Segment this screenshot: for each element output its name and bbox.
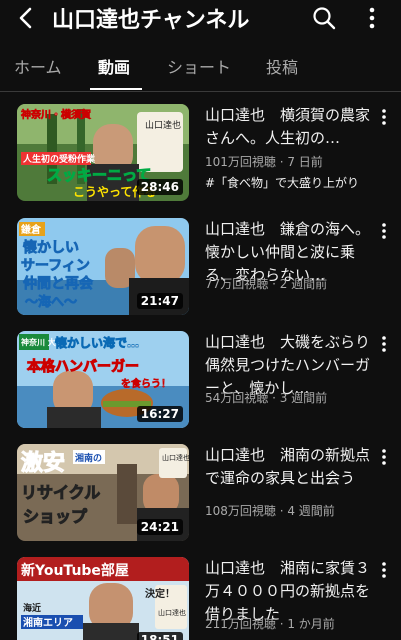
thumb-text: リサイクル (21, 483, 100, 502)
thumb-text: 山口達也 (158, 608, 186, 617)
video-title[interactable]: 山口達也 横須賀の農家さんへ。人生初の… (205, 104, 375, 150)
video-meta: 108万回視聴 · 4 週間前 (205, 504, 335, 518)
thumb-text: 決定！ (145, 587, 175, 600)
channel-title: 山口達也チャンネル (52, 8, 250, 33)
more-vert-icon[interactable] (358, 4, 386, 32)
channel-tabs: ホーム 動画 ショート 投稿 (0, 44, 401, 92)
video-item[interactable]: 激安 湘南の リサイクル ショップ 山口達也 24:21 山口達也 湘南の新拠点… (0, 444, 401, 548)
thumb-text: 山口達也 (162, 453, 189, 462)
video-meta: 54万回視聴 · 3 週間前 (205, 391, 328, 405)
video-item[interactable]: 神奈川 大磯 懐かしい海で… 本格ハンバーガー を食らう！ 16:27 山口達也… (0, 331, 401, 435)
thumb-text: 仲間と再会 (23, 275, 94, 292)
thumb-text: 山口達也 (145, 119, 181, 131)
tab-home[interactable]: ホーム (14, 54, 62, 78)
video-meta: 211万回視聴 · 1 か月前 (205, 617, 335, 631)
thumb-text: 鎌倉 (20, 223, 42, 236)
video-meta: 101万回視聴 · 7 日前 (205, 155, 323, 169)
thumb-text: 神奈川・横須賀 (21, 108, 91, 121)
thumb-text: 湘南の (75, 452, 102, 464)
more-vert-icon[interactable] (376, 333, 392, 355)
video-item[interactable]: 鎌倉 懐かしい サーフィン 仲間と再会 ～海へ～ 21:47 山口達也 鎌倉の海… (0, 218, 401, 322)
more-vert-icon[interactable] (376, 446, 392, 468)
thumb-text: スッキーニって (47, 166, 151, 184)
thumb-text: 海近 (23, 602, 41, 614)
thumb-text: 本格ハンバーガー (27, 358, 139, 375)
video-duration: 21:47 (136, 293, 183, 309)
active-tab-indicator (90, 88, 142, 90)
video-duration: 18:51 (136, 632, 183, 640)
more-vert-icon[interactable] (376, 106, 392, 128)
search-icon[interactable] (310, 4, 338, 32)
thumb-text: 湘南エリア (23, 616, 73, 629)
thumb-text: ショップ (23, 507, 88, 526)
tab-shorts[interactable]: ショート (167, 54, 231, 78)
video-duration: 28:46 (136, 179, 183, 195)
video-duration: 24:21 (136, 519, 183, 535)
more-vert-icon[interactable] (376, 220, 392, 242)
arrow-left-icon[interactable] (12, 4, 40, 32)
video-badge: #「食べ物」で大盛り上がり (205, 176, 360, 190)
video-thumbnail[interactable]: 神奈川・横須賀 人生初の受粉作業 スッキーニって こうやって作る 山口達也 28… (17, 104, 189, 201)
video-thumbnail[interactable]: 新YouTube部屋 決定！ 海近 湘南エリア 山口達也 18:51 (17, 557, 189, 640)
video-item[interactable]: 神奈川・横須賀 人生初の受粉作業 スッキーニって こうやって作る 山口達也 28… (0, 104, 401, 208)
top-app-bar: 山口達也チャンネル (0, 0, 401, 36)
tab-posts[interactable]: 投稿 (266, 54, 298, 78)
tab-videos[interactable]: 動画 (98, 54, 130, 78)
more-vert-icon[interactable] (376, 559, 392, 581)
thumb-text: 懐かしい (23, 239, 79, 256)
video-item[interactable]: 新YouTube部屋 決定！ 海近 湘南エリア 山口達也 18:51 山口達也 … (0, 557, 401, 640)
video-thumbnail[interactable]: 激安 湘南の リサイクル ショップ 山口達也 24:21 (17, 444, 189, 541)
video-thumbnail[interactable]: 神奈川 大磯 懐かしい海で… 本格ハンバーガー を食らう！ 16:27 (17, 331, 189, 428)
thumb-text: 人生初の受粉作業 (22, 153, 96, 165)
video-title[interactable]: 山口達也 湘南の新拠点で運命の家具と出会う (205, 444, 375, 490)
thumb-text: を食らう！ (121, 377, 171, 390)
thumb-text: 新YouTube部屋 (21, 562, 129, 579)
video-thumbnail[interactable]: 鎌倉 懐かしい サーフィン 仲間と再会 ～海へ～ 21:47 (17, 218, 189, 315)
video-meta: 77万回視聴 · 2 週間前 (205, 277, 328, 291)
thumb-text: サーフィン (21, 258, 90, 274)
thumb-text: 懐かしい海で… (55, 335, 139, 350)
video-duration: 16:27 (136, 406, 183, 422)
thumb-text: 激安 (21, 450, 65, 476)
thumb-text: ～海へ～ (25, 294, 77, 310)
